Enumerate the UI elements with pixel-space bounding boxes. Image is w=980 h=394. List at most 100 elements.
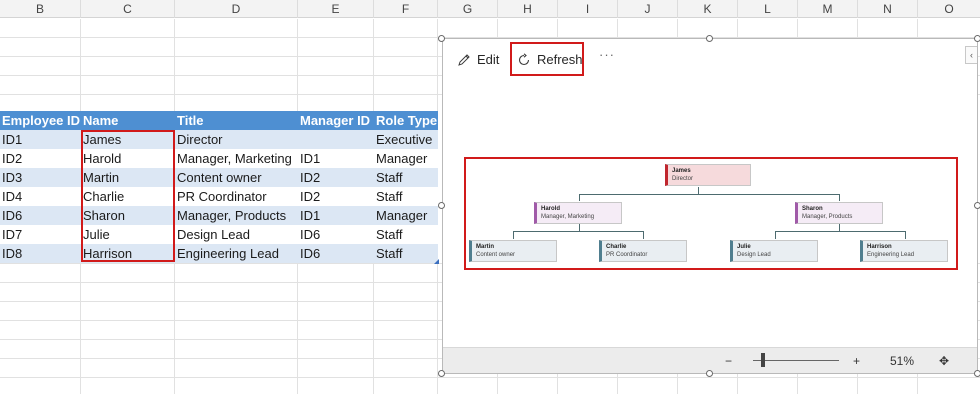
cell-employee-id[interactable]: ID8 [0, 244, 81, 263]
cell-title[interactable]: Content owner [175, 168, 298, 187]
column-header-f[interactable]: F [374, 0, 438, 18]
column-header-k[interactable]: K [678, 0, 738, 18]
resize-handle-left[interactable] [438, 202, 445, 209]
cell-manager-id[interactable]: ID1 [298, 149, 374, 168]
node-name: Charlie [606, 244, 627, 250]
column-header-d[interactable]: D [175, 0, 298, 18]
header-role-type[interactable]: Role Type [374, 111, 438, 130]
cell-manager-id[interactable]: ID2 [298, 187, 374, 206]
zoom-out-button[interactable]: − [725, 353, 732, 369]
node-name: Sharon [802, 206, 823, 212]
cell-title[interactable]: Manager, Marketing [175, 149, 298, 168]
org-node-sharon[interactable]: Sharon Manager, Products [795, 202, 883, 224]
cell-role-type[interactable]: Manager [374, 149, 438, 168]
cell-role-type[interactable]: Staff [374, 168, 438, 187]
connector-line [698, 187, 699, 194]
cell-title[interactable]: Director [175, 130, 298, 149]
resize-handle-top-right[interactable] [974, 35, 980, 42]
org-node-harrison[interactable]: Harrison Engineering Lead [860, 240, 948, 262]
cell-role-type[interactable]: Staff [374, 244, 438, 263]
column-header-e[interactable]: E [298, 0, 374, 18]
connector-line [905, 231, 906, 239]
header-title[interactable]: Title [175, 111, 298, 130]
cell-title[interactable]: Manager, Products [175, 206, 298, 225]
zoom-level: 51% [890, 354, 915, 368]
connector-line [839, 194, 840, 201]
cell-role-type[interactable]: Staff [374, 187, 438, 206]
column-header-g[interactable]: G [438, 0, 498, 18]
zoom-slider-track[interactable] [753, 360, 839, 361]
org-node-julie[interactable]: Julie Design Lead [730, 240, 818, 262]
connector-line [579, 194, 839, 195]
table-row: ID2 Harold Manager, Marketing ID1 Manage… [0, 149, 438, 168]
resize-handle-bottom-right[interactable] [974, 370, 980, 377]
header-employee-id[interactable]: Employee ID [0, 111, 81, 130]
column-header-i[interactable]: I [558, 0, 618, 18]
cell-employee-id[interactable]: ID1 [0, 130, 81, 149]
grid-line [0, 377, 980, 378]
cell-manager-id[interactable]: ID6 [298, 244, 374, 263]
node-title: Manager, Marketing [541, 214, 595, 220]
node-title: Content owner [476, 252, 516, 258]
cell-employee-id[interactable]: ID2 [0, 149, 81, 168]
column-header-m[interactable]: M [798, 0, 858, 18]
org-node-harold[interactable]: Harold Manager, Marketing [534, 202, 622, 224]
column-header-l[interactable]: L [738, 0, 798, 18]
cell-manager-id[interactable]: ID6 [298, 225, 374, 244]
node-title: Director [672, 176, 694, 182]
zoom-slider-thumb[interactable] [761, 353, 765, 367]
table-row: ID1 James Director Executive [0, 130, 438, 149]
cell-employee-id[interactable]: ID4 [0, 187, 81, 206]
cell-role-type[interactable]: Manager [374, 206, 438, 225]
connector-line [775, 231, 906, 232]
column-header-n[interactable]: N [858, 0, 918, 18]
edit-button[interactable]: Edit [457, 49, 499, 71]
cell-employee-id[interactable]: ID6 [0, 206, 81, 225]
header-manager-id[interactable]: Manager ID [298, 111, 374, 130]
org-chart-visual[interactable]: Edit Refresh ··· ‹ James Director Harold… [442, 38, 978, 374]
collapse-pane-button[interactable]: ‹ [965, 46, 977, 64]
table-header-row: Employee ID Name Title Manager ID Role T… [0, 111, 438, 130]
table-row: ID3 Martin Content owner ID2 Staff [0, 168, 438, 187]
column-header-j[interactable]: J [618, 0, 678, 18]
connector-line [839, 224, 840, 231]
header-name[interactable]: Name [81, 111, 175, 130]
table-row: ID4 Charlie PR Coordinator ID2 Staff [0, 187, 438, 206]
resize-handle-bottom[interactable] [706, 370, 713, 377]
connector-line [579, 224, 580, 231]
org-node-charlie[interactable]: Charlie PR Coordinator [599, 240, 687, 262]
cell-title[interactable]: Engineering Lead [175, 244, 298, 263]
node-title: Manager, Products [802, 214, 853, 220]
connector-line [513, 231, 644, 232]
column-header-c[interactable]: C [81, 0, 175, 18]
visual-toolbar: Edit Refresh ··· ‹ [443, 39, 977, 79]
zoom-in-button[interactable]: + [853, 353, 860, 369]
pencil-icon [458, 54, 470, 66]
cell-title[interactable]: Design Lead [175, 225, 298, 244]
column-header-h[interactable]: H [498, 0, 558, 18]
edit-label: Edit [477, 52, 500, 67]
column-header-b[interactable]: B [0, 0, 81, 18]
cell-manager-id[interactable]: ID2 [298, 168, 374, 187]
cell-manager-id[interactable]: ID1 [298, 206, 374, 225]
fit-to-screen-icon[interactable]: ✥ [939, 353, 949, 369]
resize-handle-top[interactable] [706, 35, 713, 42]
cell-employee-id[interactable]: ID7 [0, 225, 81, 244]
resize-handle-top-left[interactable] [438, 35, 445, 42]
node-name: Martin [476, 244, 494, 250]
table-row: ID7 Julie Design Lead ID6 Staff [0, 225, 438, 244]
cell-employee-id[interactable]: ID3 [0, 168, 81, 187]
cell-role-type[interactable]: Staff [374, 225, 438, 244]
org-node-martin[interactable]: Martin Content owner [469, 240, 557, 262]
org-node-james[interactable]: James Director [665, 164, 751, 186]
column-header-o[interactable]: O [918, 0, 980, 18]
cell-manager-id[interactable] [298, 130, 374, 149]
resize-handle-bottom-left[interactable] [438, 370, 445, 377]
more-options-button[interactable]: ··· [599, 47, 615, 62]
node-name: Julie [737, 244, 751, 250]
cell-role-type[interactable]: Executive [374, 130, 438, 149]
resize-handle-right[interactable] [974, 202, 980, 209]
table-resize-handle[interactable] [434, 259, 439, 264]
refresh-highlight [510, 42, 584, 76]
cell-title[interactable]: PR Coordinator [175, 187, 298, 206]
